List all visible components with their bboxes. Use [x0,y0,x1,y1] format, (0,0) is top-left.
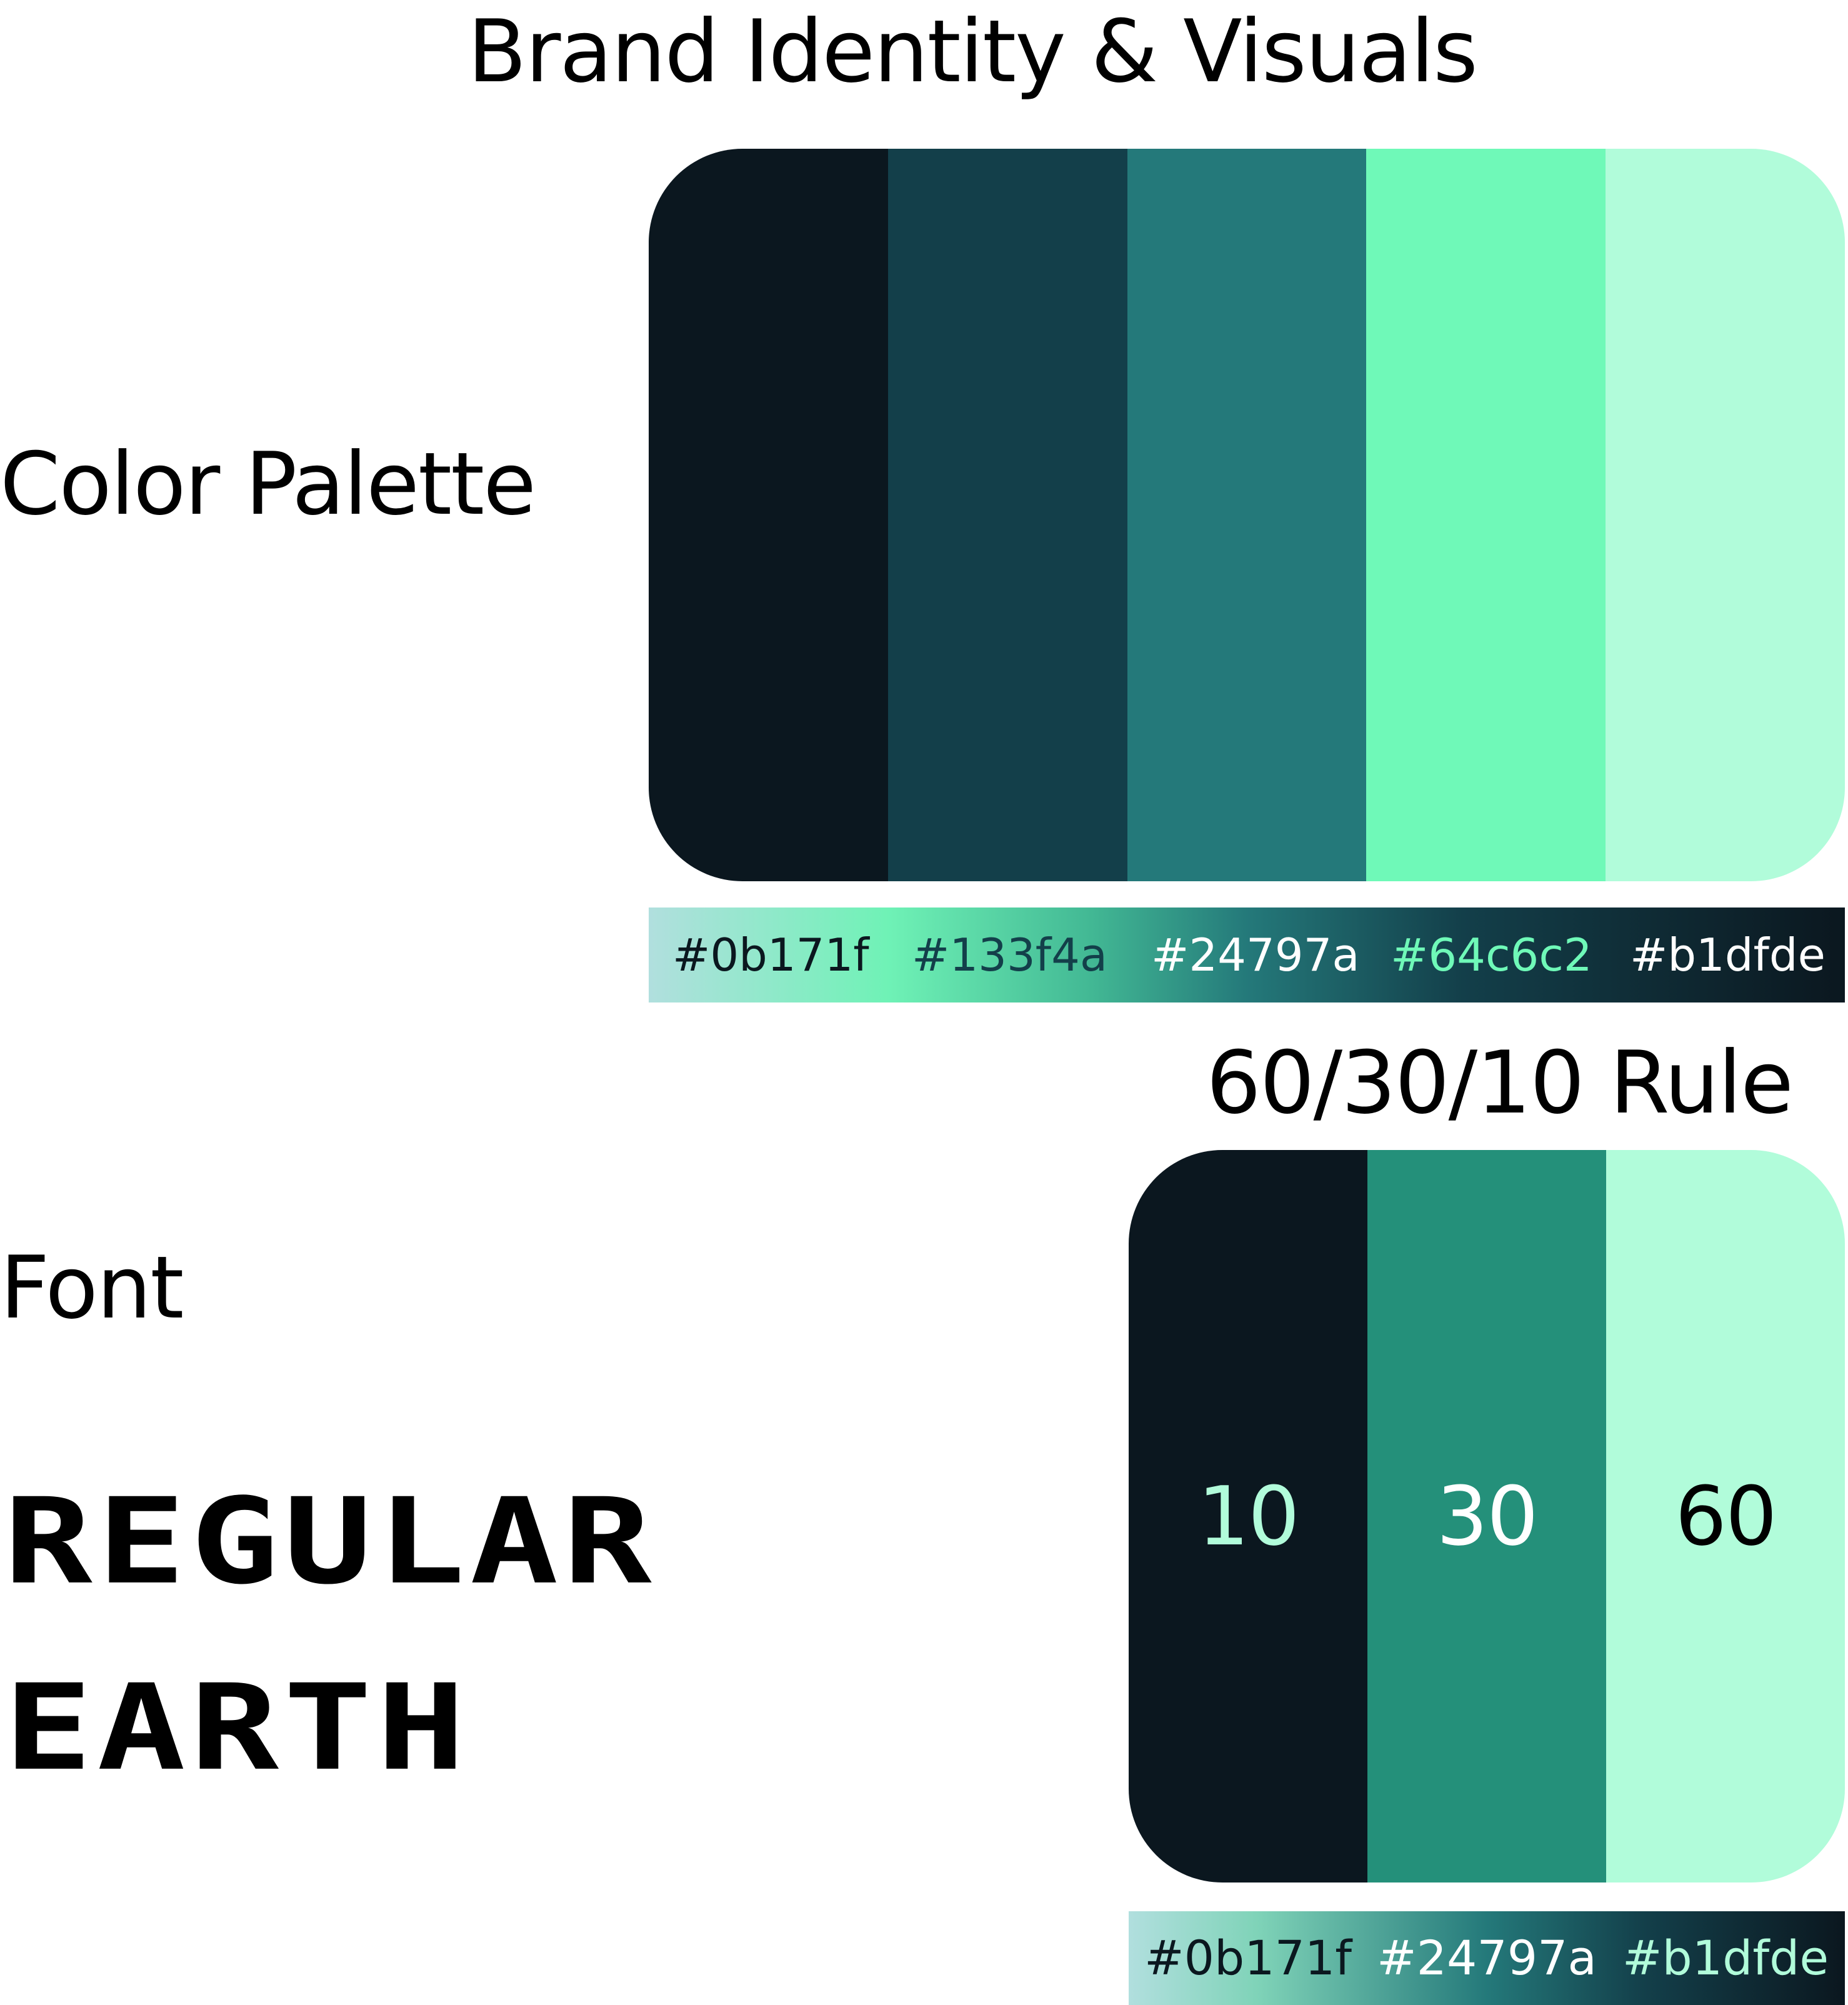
palette-hex-label-5: #b1dfde [1630,929,1826,981]
rule-heading: 60/30/10 Rule [1206,1032,1794,1133]
rule-hex-label-1: #0b171f [1144,1930,1352,1986]
rule-part-30: 30 [1367,1150,1606,1882]
rule-value-30: 30 [1436,1469,1538,1564]
font-heading: Font [0,1238,184,1338]
font-specimen-line-1: REGULAR [4,1472,657,1611]
font-specimen-line-2: EARTH [4,1659,470,1797]
rule-value-60: 60 [1675,1469,1777,1564]
rule-value-10: 10 [1197,1469,1299,1564]
palette-hex-label-1: #0b171f [672,929,869,981]
page-title: Brand Identity & Visuals [467,1,1478,102]
palette-swatch-4 [1366,149,1606,881]
palette-swatch-2 [887,149,1127,881]
color-palette-heading: Color Palette [0,434,536,534]
rule-hex-label-3: #b1dfde [1622,1930,1829,1986]
palette-swatch-3 [1127,149,1367,881]
color-palette-swatches [649,149,1845,881]
palette-hex-label-4: #64c6c2 [1391,929,1592,981]
rule-hex-label-2: #24797a [1376,1930,1597,1986]
rule-part-10: 10 [1129,1150,1367,1882]
rule-part-60: 60 [1606,1150,1845,1882]
palette-swatch-5 [1606,149,1845,881]
palette-swatch-1 [649,149,888,881]
palette-hex-strip: #0b171f #133f4a #24797a #64c6c2 #b1dfde [649,908,1845,1002]
palette-hex-label-2: #133f4a [912,929,1108,981]
rule-hex-strip: #0b171f #24797a #b1dfde [1129,1911,1845,2005]
rule-swatches: 10 30 60 [1129,1150,1845,1882]
palette-hex-label-3: #24797a [1151,929,1360,981]
